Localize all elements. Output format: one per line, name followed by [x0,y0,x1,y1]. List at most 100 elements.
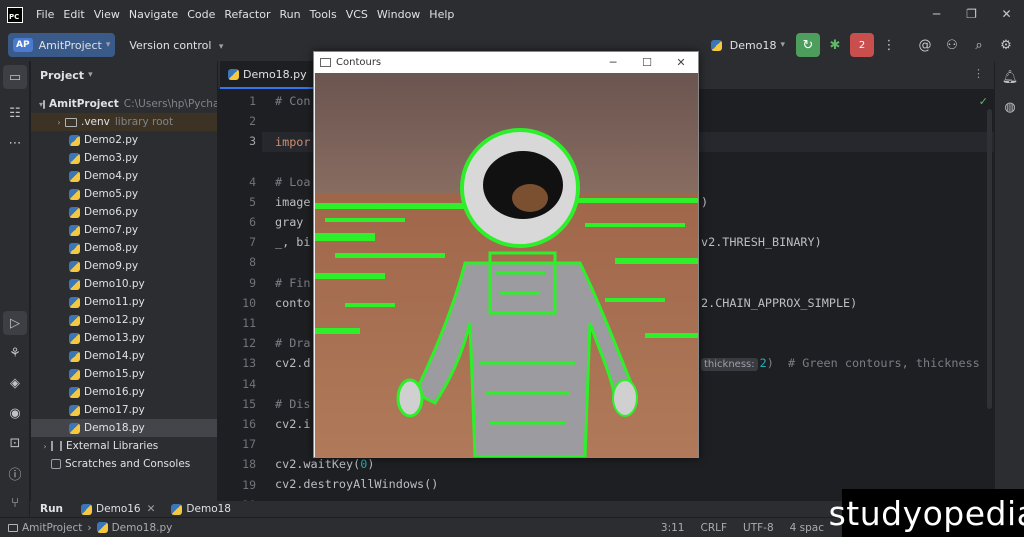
run-config-selector[interactable]: Demo18 ▾ [710,39,785,52]
run-tab-demo16[interactable]: Demo16 ✕ [73,503,163,515]
tree-file[interactable]: Demo2.py [31,131,217,149]
line-number: 19 [242,478,256,492]
menu-refactor[interactable]: Refactor [224,8,270,21]
menu-file[interactable]: File [36,8,54,21]
tree-file[interactable]: Demo18.py [31,419,217,437]
line-number: 5 [249,195,256,209]
tree-file[interactable]: Demo5.py [31,185,217,203]
settings-button[interactable]: ⚙ [994,33,1018,57]
code-line-14-end[interactable]: thickness: 2) # Green contours, thickness [701,356,980,371]
terminal-icon: ⊡ [9,435,21,451]
tree-file[interactable]: Demo11.py [31,293,217,311]
code-line-10[interactable]: # Fin [275,276,311,290]
breadcrumb-project[interactable]: AmitProject [22,522,82,534]
more-actions-button[interactable]: ⋮ [877,33,901,57]
project-switcher-button[interactable]: AP AmitProject ▾ [8,33,116,57]
menu-window[interactable]: Window [377,8,420,21]
project-panel-header[interactable]: Project ▾ [31,61,217,89]
tree-file[interactable]: Demo15.py [31,365,217,383]
menu-tools[interactable]: Tools [310,8,337,21]
code-line-6-end[interactable]: ) [701,195,708,209]
tree-file[interactable]: Demo10.py [31,275,217,293]
tree-file[interactable]: Demo17.py [31,401,217,419]
tree-scratches[interactable]: Scratches and Consoles [31,455,217,473]
collapse-arrow-icon: › [57,117,61,127]
code-line-11-end[interactable]: 2.CHAIN_APPROX_SIMPLE) [701,296,857,310]
tree-file[interactable]: Demo8.py [31,239,217,257]
close-tab-icon[interactable]: ✕ [147,503,156,515]
code-line-6[interactable]: image [275,195,311,209]
code-line-8[interactable]: _, bi [275,235,311,249]
code-line-7[interactable]: gray [275,215,303,229]
code-line-14[interactable]: cv2.d [275,356,311,370]
code-line-5[interactable]: # Loa [275,175,311,189]
tree-file[interactable]: Demo6.py [31,203,217,221]
menu-run[interactable]: Run [280,8,301,21]
tree-external-libraries[interactable]: › External Libraries [31,437,217,455]
tree-file[interactable]: Demo4.py [31,167,217,185]
line-separator[interactable]: CRLF [700,522,727,534]
close-icon[interactable]: ✕ [989,0,1024,29]
tree-file[interactable]: Demo3.py [31,149,217,167]
python-packages-button[interactable]: ⚘ [3,341,27,365]
git-button[interactable]: ⑂ [3,491,27,515]
code-line-11[interactable]: conto [275,296,311,310]
more-tools-button[interactable]: ⋯ [3,131,27,155]
code-line-17[interactable]: cv2.i [275,417,311,431]
version-control-button[interactable]: Version control ▾ [129,39,223,52]
cursor-position[interactable]: 3:11 [661,522,685,534]
tree-root[interactable]: ▾ AmitProject C:\Users\hp\PycharmProject… [31,95,217,113]
tree-venv[interactable]: › .venv library root [31,113,217,131]
editor-scrollbar[interactable] [987,109,992,409]
tree-file[interactable]: Demo14.py [31,347,217,365]
minimize-icon[interactable]: ─ [596,52,630,73]
file-encoding[interactable]: UTF-8 [743,522,774,534]
menu-code[interactable]: Code [187,8,215,21]
run-tab-demo18[interactable]: Demo18 [163,503,239,515]
menu-help[interactable]: Help [429,8,454,21]
maximize-icon[interactable]: ☐ [630,52,664,73]
ai-chat-button[interactable]: ◍ [998,95,1022,119]
rerun-button[interactable]: ↻ [796,33,820,57]
minimize-icon[interactable]: ─ [919,0,954,29]
tab-options-icon[interactable]: ⋮ [973,67,984,80]
code-line-3[interactable]: impor [275,135,311,149]
menu-edit[interactable]: Edit [63,8,84,21]
terminal-button[interactable]: ⊡ [3,431,27,455]
tree-file[interactable]: Demo13.py [31,329,217,347]
stop-button[interactable]: 2 [850,33,874,57]
project-tool-button[interactable]: ▭ [3,65,27,89]
inspection-ok-icon[interactable]: ✓ [979,95,988,108]
contours-title-bar[interactable]: Contours ─ ☐ ✕ [314,52,698,73]
notifications-button[interactable]: 🔔︎ [998,65,1022,89]
ai-assistant-button[interactable]: @ [913,33,937,57]
indent-setting[interactable]: 4 spac [790,522,824,534]
code-line-13[interactable]: # Dra [275,336,311,350]
problems-button[interactable]: ⓘ [3,461,27,485]
debug-tool-button[interactable]: ◉ [3,401,27,425]
breadcrumb-file[interactable]: Demo18.py [112,522,173,534]
menu-view[interactable]: View [94,8,120,21]
structure-tool-button[interactable]: ☷ [3,101,27,125]
code-line-20[interactable]: cv2.destroyAllWindows() [275,477,438,491]
code-line-1[interactable]: # Con [275,94,311,108]
menu-vcs[interactable]: VCS [346,8,368,21]
tree-file[interactable]: Demo9.py [31,257,217,275]
restore-icon[interactable]: ❐ [954,0,989,29]
services-button[interactable]: ◈ [3,371,27,395]
search-button[interactable]: ⌕ [967,33,991,57]
run-label[interactable]: Run [30,503,73,515]
run-tool-button[interactable]: ▷ [3,311,27,335]
code-line-19[interactable]: cv2.waitKey(0) [275,457,374,471]
debug-button[interactable]: ✱ [823,33,847,57]
contours-window[interactable]: Contours ─ ☐ ✕ [313,51,699,458]
code-line-8-end[interactable]: v2.THRESH_BINARY) [701,235,822,249]
close-icon[interactable]: ✕ [664,52,698,73]
line-number: 3 [249,134,256,148]
menu-navigate[interactable]: Navigate [129,8,178,21]
tree-file[interactable]: Demo7.py [31,221,217,239]
code-line-16[interactable]: # Dis [275,397,311,411]
tree-file[interactable]: Demo16.py [31,383,217,401]
tree-file[interactable]: Demo12.py [31,311,217,329]
add-user-button[interactable]: ⚇ [940,33,964,57]
